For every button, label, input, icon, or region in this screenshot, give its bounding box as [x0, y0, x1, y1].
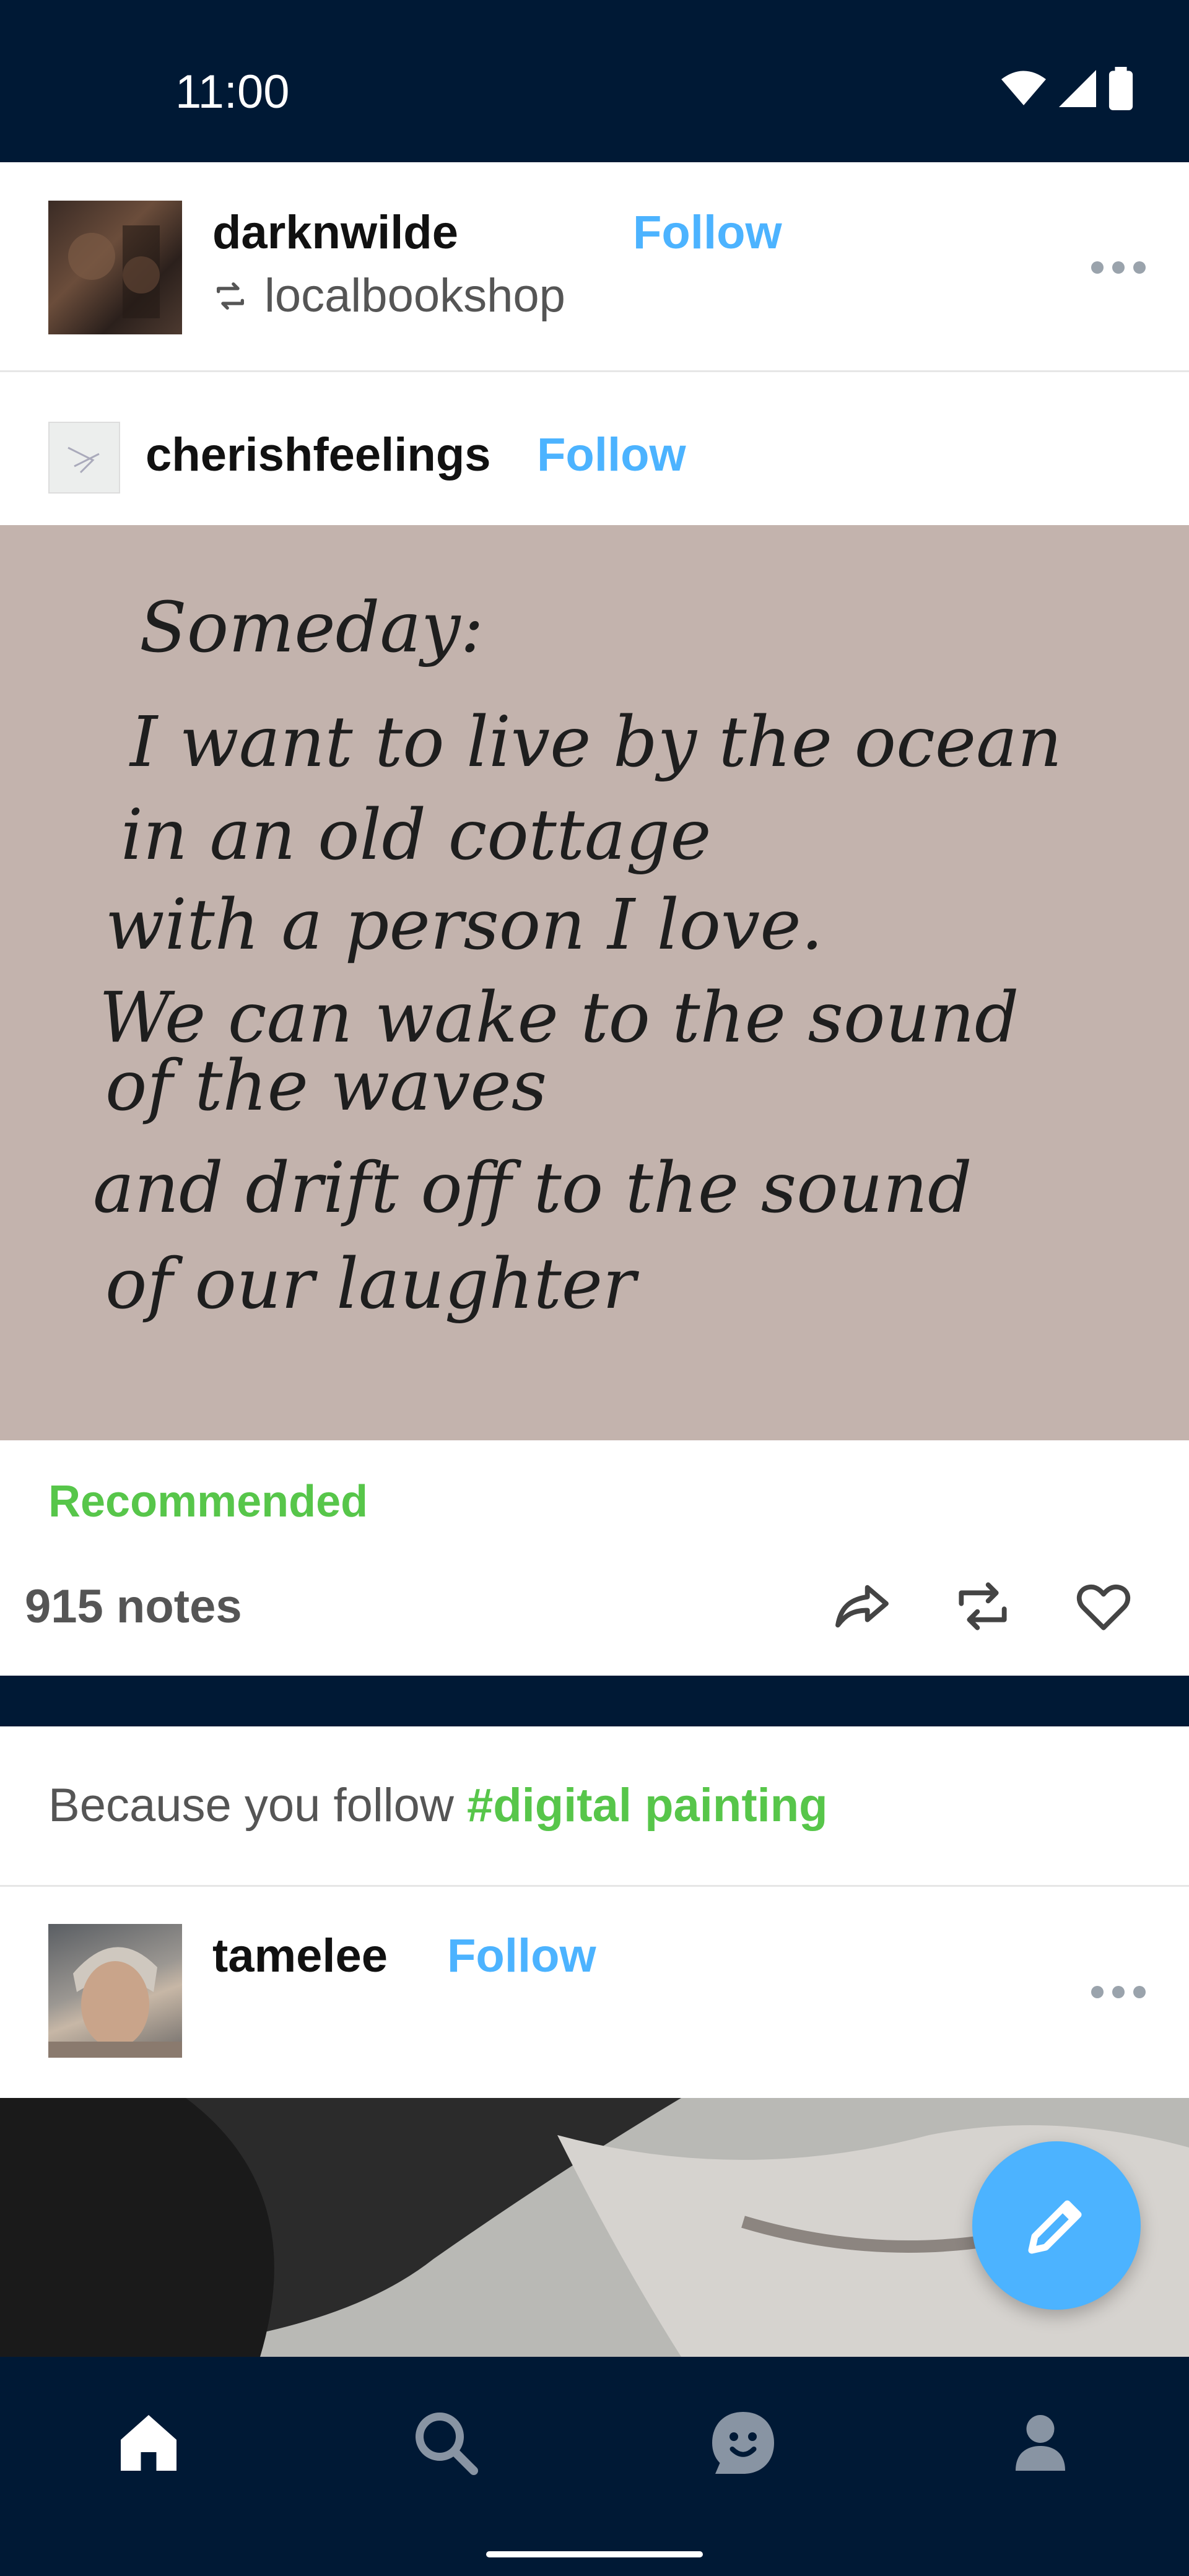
avatar-image — [48, 1947, 182, 2058]
follow-button[interactable]: Follow — [537, 428, 686, 482]
username-tamelee[interactable]: tamelee — [212, 1929, 388, 1983]
reblog-header: darknwilde Follow localbookshop — [0, 162, 1189, 370]
note-line: of our laughter — [105, 1244, 636, 1325]
note-line: We can wake to the sound — [99, 978, 1019, 1058]
reblogged-from[interactable]: localbookshop — [212, 269, 565, 323]
avatar-darknwilde[interactable] — [48, 201, 182, 334]
notes-count[interactable]: 915 notes — [25, 1580, 242, 1634]
cellular-signal-icon — [1059, 70, 1096, 107]
reblog-icon[interactable] — [951, 1574, 1015, 1638]
home-icon[interactable] — [111, 2406, 186, 2480]
reblogged-from-username: localbookshop — [264, 269, 565, 322]
note-line: with a person I love. — [105, 885, 824, 965]
note-line: Someday: — [139, 588, 484, 668]
username-darknwilde[interactable]: darknwilde — [212, 206, 458, 259]
avatar-image — [68, 225, 160, 318]
status-icons — [1001, 67, 1133, 110]
recommendation-banner: Because you follow #digital painting — [0, 1726, 1189, 1885]
post-footer: Recommended 915 notes — [0, 1440, 1189, 1676]
status-time: 11:00 — [175, 66, 290, 118]
more-options-icon[interactable] — [1091, 261, 1146, 274]
search-icon[interactable] — [409, 2406, 483, 2480]
recommendation-tag[interactable]: #digital painting — [467, 1779, 828, 1832]
follow-button[interactable]: Follow — [447, 1929, 596, 1983]
recommendation-text: Because you follow #digital painting — [48, 1778, 828, 1832]
home-indicator[interactable] — [486, 2551, 703, 2557]
battery-icon — [1108, 67, 1133, 110]
post-separator — [0, 1676, 1189, 1726]
note-line: of the waves — [105, 1046, 547, 1126]
compose-button[interactable] — [972, 2141, 1141, 2310]
wifi-icon — [1001, 71, 1046, 105]
more-options-icon[interactable] — [1091, 1986, 1146, 1998]
avatar-image — [68, 446, 100, 474]
note-line: and drift off to the sound — [93, 1148, 972, 1229]
recommended-label: Recommended — [48, 1477, 368, 1526]
post-image[interactable]: Someday: I want to live by the ocean in … — [0, 525, 1189, 1440]
avatar-cherishfeelings[interactable] — [48, 422, 120, 494]
reblog-small-icon — [217, 282, 244, 310]
activity-face-icon[interactable] — [706, 2406, 780, 2480]
source-header: cherishfeelings Follow — [0, 372, 1189, 525]
status-bar: 11:00 — [0, 0, 1189, 155]
avatar-tamelee[interactable] — [48, 1924, 182, 2058]
username-cherishfeelings[interactable]: cherishfeelings — [146, 428, 491, 482]
compose-pencil-icon — [1028, 2200, 1082, 2254]
note-line: I want to live by the ocean — [130, 702, 1062, 783]
next-post-header: tamelee Follow — [0, 1887, 1189, 2098]
like-icon[interactable] — [1071, 1574, 1136, 1638]
follow-button[interactable]: Follow — [633, 206, 782, 259]
account-icon[interactable] — [1003, 2406, 1078, 2480]
share-icon[interactable] — [830, 1574, 894, 1638]
recommendation-prefix: Because you follow — [48, 1779, 467, 1832]
note-line: in an old cottage — [121, 795, 712, 876]
